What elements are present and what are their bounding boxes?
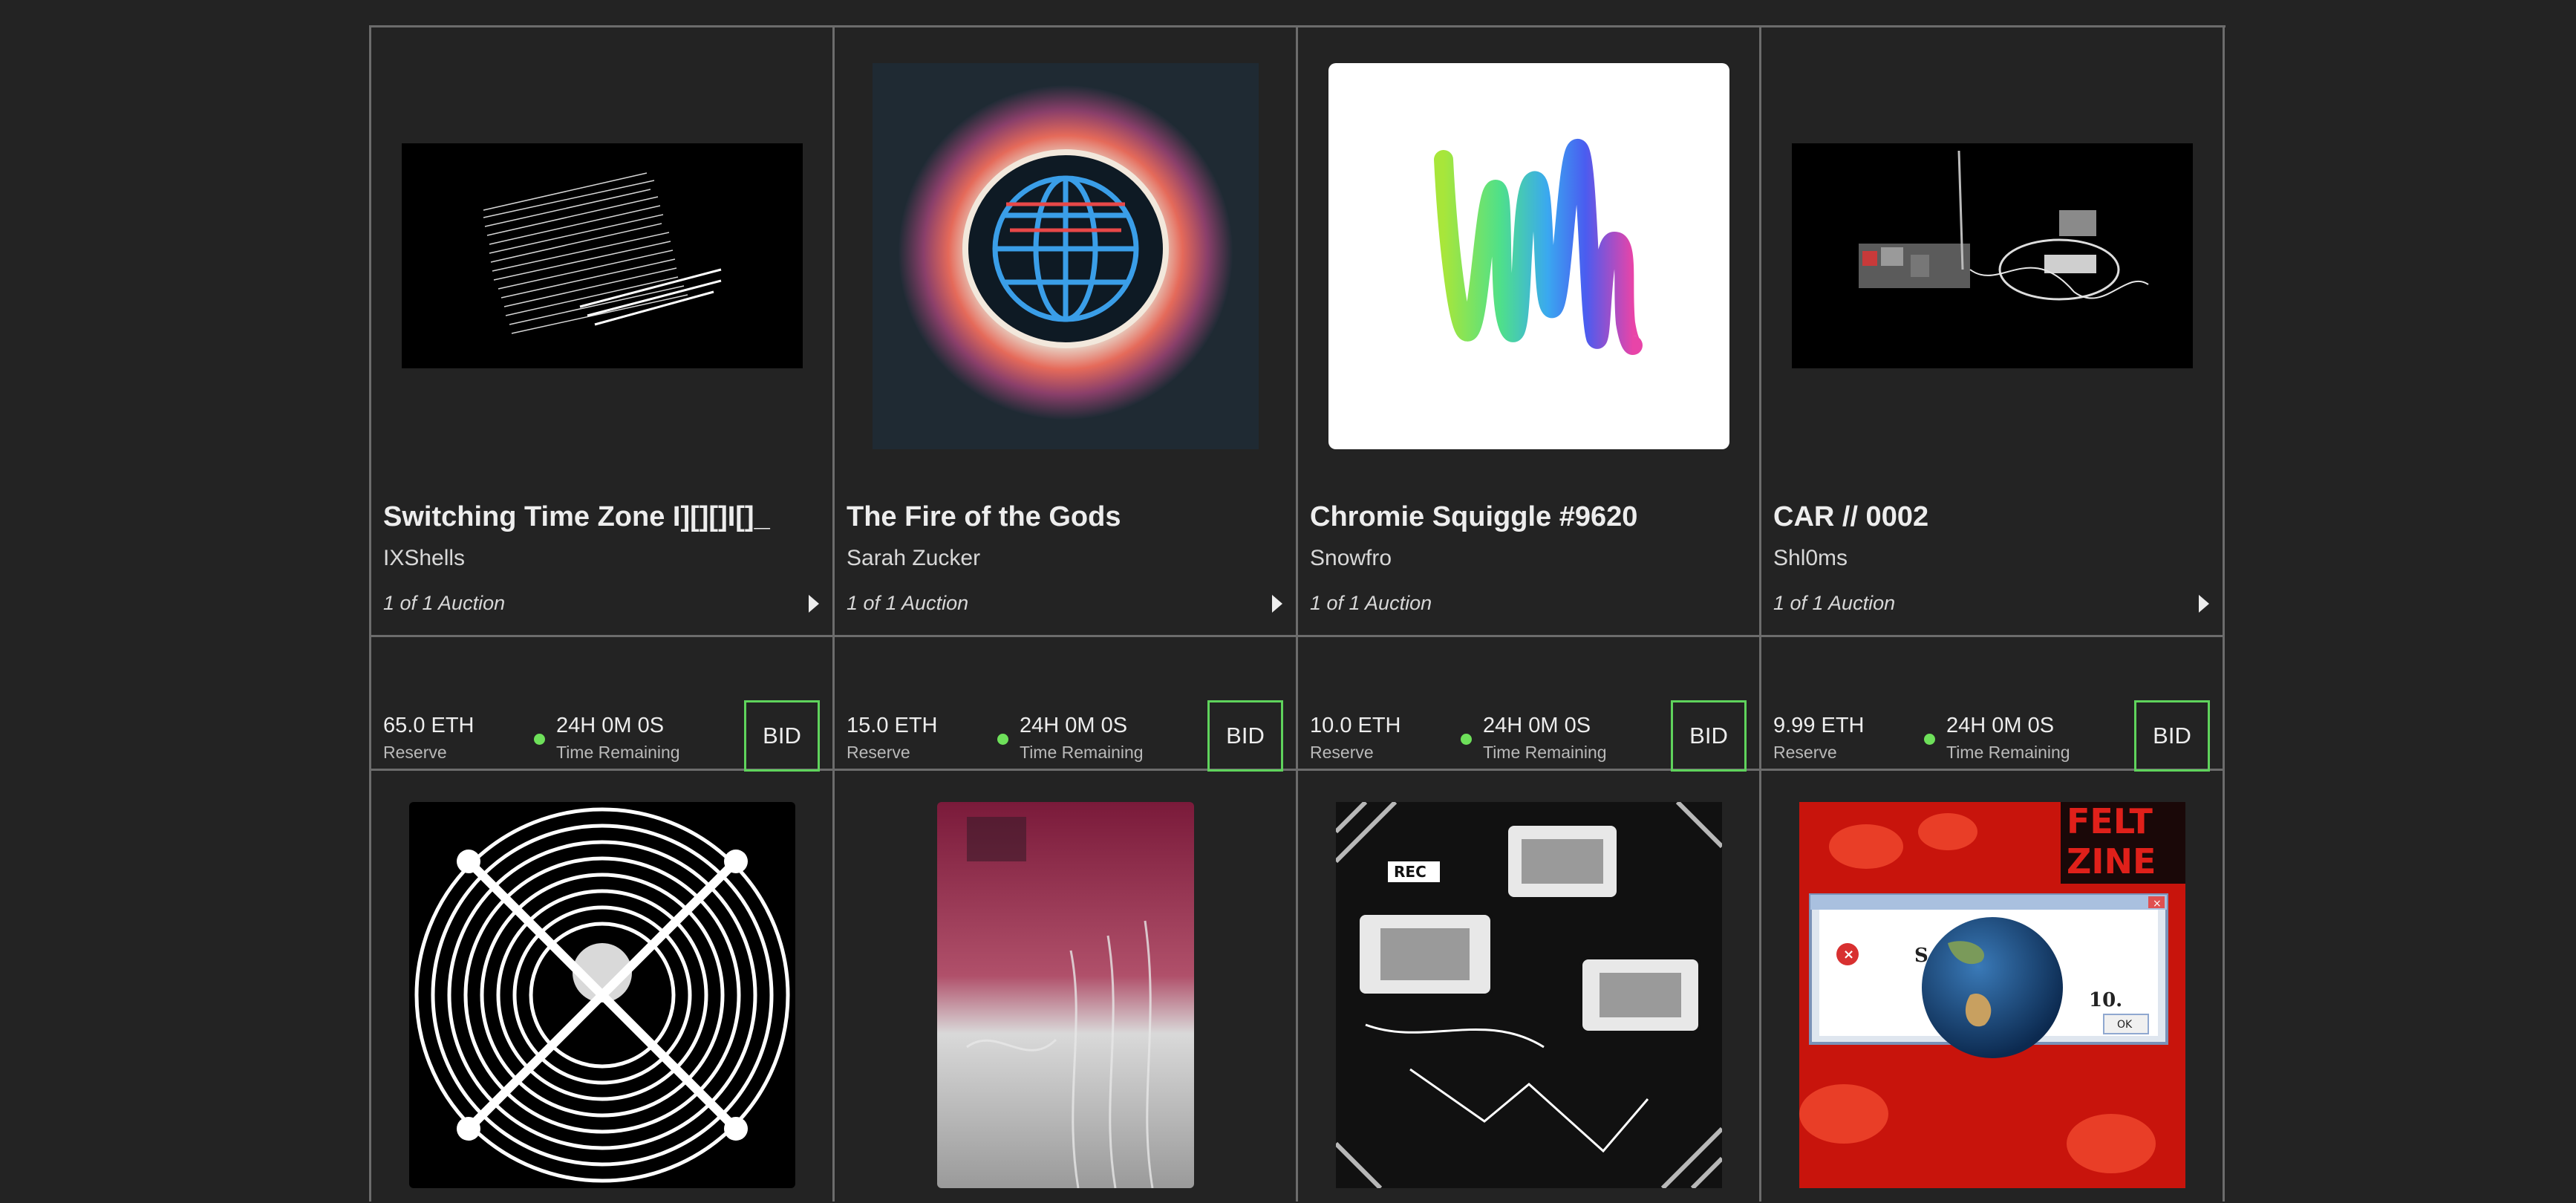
status-dot-icon — [997, 734, 1008, 745]
reserve-label: Reserve — [1310, 743, 1374, 762]
reserve-value: 65.0 ETH — [383, 714, 475, 737]
status-dot-icon — [1461, 734, 1472, 745]
reserve-label: Reserve — [1773, 743, 1837, 762]
edition-label: 1 of 1 Auction — [383, 592, 506, 614]
artwork-container — [371, 27, 832, 484]
auction-card[interactable] — [835, 771, 1298, 1202]
bid-button[interactable]: BID — [2134, 700, 2210, 772]
auction-card[interactable]: REC — [1298, 771, 1761, 1202]
time-label: Time Remaining — [1946, 743, 2070, 762]
artist-name[interactable]: Snowfro — [1310, 546, 1392, 571]
edition-label: 1 of 1 Auction — [1773, 592, 1896, 614]
reserve-info: 10.0 ETH Reserve — [1310, 714, 1401, 763]
feltzine-logo-zine: ZINE — [2067, 841, 2156, 881]
auction-card[interactable] — [371, 771, 835, 1202]
status-dot-icon — [1924, 734, 1935, 745]
time-value: 24H 0M 0S — [556, 714, 665, 737]
artwork-image-chromie-squiggle[interactable] — [1328, 62, 1729, 449]
time-value: 24H 0M 0S — [1946, 714, 2055, 737]
artwork-container — [371, 771, 832, 1188]
artwork-container — [835, 771, 1296, 1188]
dialog-ok-button[interactable]: OK — [2117, 1019, 2133, 1031]
card-divider — [1298, 635, 1759, 637]
bid-button[interactable]: BID — [1207, 700, 1283, 772]
time-value: 24H 0M 0S — [1483, 714, 1591, 737]
auction-card[interactable]: FELT ZINE × × S E TO 10. OK — [1761, 771, 2225, 1202]
edition-label: 1 of 1 Auction — [1310, 592, 1432, 614]
time-remaining: 24H 0M 0S Time Remaining — [556, 714, 680, 763]
camera-rec-label: REC — [1394, 863, 1426, 881]
artwork-image-liquid-metal[interactable] — [936, 802, 1194, 1188]
artwork-image-feltzine[interactable]: FELT ZINE × × S E TO 10. OK — [1799, 802, 2185, 1188]
artwork-container — [835, 27, 1296, 484]
edition-label: 1 of 1 Auction — [847, 592, 969, 614]
chevron-right-icon[interactable] — [809, 595, 819, 613]
bid-button[interactable]: BID — [1671, 700, 1747, 772]
card-divider — [1761, 635, 2223, 637]
time-label: Time Remaining — [1020, 743, 1144, 762]
artwork-title[interactable]: The Fire of the Gods — [847, 501, 1121, 533]
auction-card[interactable]: CAR // 0002 Shl0ms 1 of 1 Auction 9.99 E… — [1761, 27, 2225, 772]
chevron-right-icon[interactable] — [2199, 595, 2209, 613]
time-remaining: 24H 0M 0S Time Remaining — [1946, 714, 2070, 763]
time-remaining: 24H 0M 0S Time Remaining — [1020, 714, 1144, 763]
reserve-label: Reserve — [847, 743, 910, 762]
time-label: Time Remaining — [556, 743, 680, 762]
artist-name[interactable]: Shl0ms — [1773, 546, 1848, 571]
dialog-text-line2: 10. — [2089, 989, 2122, 1011]
close-icon[interactable]: × — [2153, 898, 2162, 910]
auction-card[interactable]: The Fire of the Gods Sarah Zucker 1 of 1… — [835, 27, 1298, 772]
auction-grid: Switching Time Zone I][][]I[]_ IXShells … — [369, 25, 2226, 1202]
artwork-image-fire-of-the-gods[interactable] — [872, 62, 1259, 449]
reserve-value: 15.0 ETH — [847, 714, 938, 737]
artwork-title[interactable]: CAR // 0002 — [1773, 501, 1928, 533]
reserve-value: 9.99 ETH — [1773, 714, 1865, 737]
artwork-container — [1761, 27, 2223, 484]
feltzine-logo-felt: FELT — [2067, 802, 2153, 841]
reserve-label: Reserve — [383, 743, 447, 762]
artist-name[interactable]: IXShells — [383, 546, 465, 571]
card-divider — [371, 635, 832, 637]
reserve-info: 15.0 ETH Reserve — [847, 714, 938, 763]
auction-card[interactable]: Switching Time Zone I][][]I[]_ IXShells … — [371, 27, 835, 772]
auction-card[interactable]: Chromie Squiggle #9620 Snowfro 1 of 1 Au… — [1298, 27, 1761, 772]
artwork-image-surveillance-cameras[interactable]: REC — [1335, 802, 1722, 1188]
artwork-image-concentric-rings[interactable] — [408, 802, 795, 1188]
artwork-container — [1298, 27, 1759, 484]
artwork-image-car-0002[interactable] — [1791, 143, 2193, 368]
chevron-right-icon[interactable] — [1272, 595, 1282, 613]
artwork-title[interactable]: Chromie Squiggle #9620 — [1310, 501, 1637, 533]
time-remaining: 24H 0M 0S Time Remaining — [1483, 714, 1607, 763]
artwork-title[interactable]: Switching Time Zone I][][]I[]_ — [383, 501, 770, 533]
reserve-value: 10.0 ETH — [1310, 714, 1401, 737]
time-label: Time Remaining — [1483, 743, 1607, 762]
time-value: 24H 0M 0S — [1020, 714, 1128, 737]
error-icon: × — [1843, 947, 1854, 962]
status-dot-icon — [534, 734, 545, 745]
artwork-image-switching-time-zone[interactable] — [401, 143, 803, 368]
card-divider — [835, 635, 1296, 637]
bid-button[interactable]: BID — [744, 700, 820, 772]
artwork-container: FELT ZINE × × S E TO 10. OK — [1761, 771, 2223, 1188]
reserve-info: 65.0 ETH Reserve — [383, 714, 475, 763]
artist-name[interactable]: Sarah Zucker — [847, 546, 980, 571]
reserve-info: 9.99 ETH Reserve — [1773, 714, 1865, 763]
artwork-container: REC — [1298, 771, 1759, 1188]
